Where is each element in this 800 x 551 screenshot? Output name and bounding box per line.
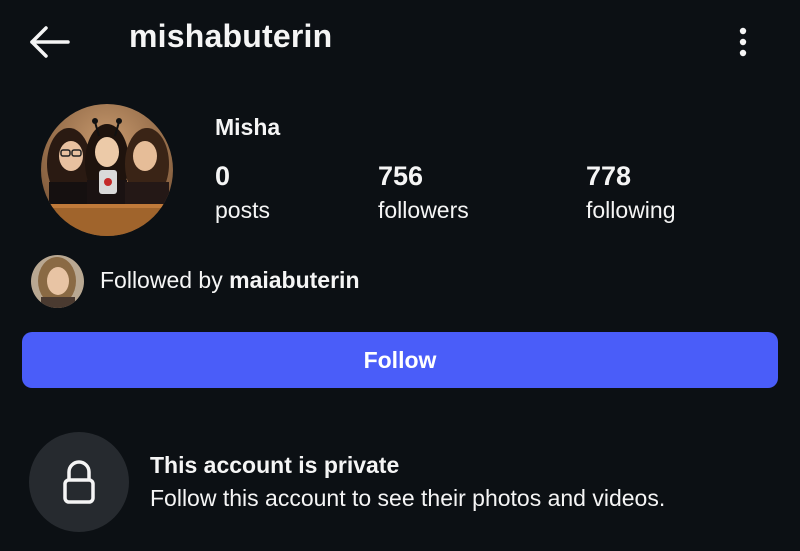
followed-by-username[interactable]: maiabuterin: [229, 267, 359, 293]
profile-avatar[interactable]: [41, 104, 173, 236]
follow-button[interactable]: Follow: [22, 332, 778, 388]
back-button[interactable]: [24, 22, 74, 62]
private-subtitle: Follow this account to see their photos …: [150, 485, 666, 511]
posts-label: posts: [215, 197, 270, 223]
follower-photo: [31, 255, 84, 308]
following-stat[interactable]: 778 following: [586, 160, 676, 226]
more-options-button[interactable]: [728, 22, 758, 62]
profile-page: mishabuterin Misha 0 posts 756 followers…: [0, 0, 800, 551]
followed-by-text[interactable]: Followed by maiabuterin: [100, 267, 360, 294]
followers-count: 756: [378, 161, 424, 191]
posts-stat[interactable]: 0 posts: [215, 160, 270, 226]
profile-username: mishabuterin: [129, 18, 333, 54]
followers-label: followers: [378, 197, 469, 223]
arrow-left-icon: [30, 26, 70, 58]
follower-avatar[interactable]: [31, 255, 84, 308]
more-vertical-icon: [739, 27, 747, 57]
following-count: 778: [586, 161, 632, 191]
profile-photo: [41, 104, 173, 236]
display-name: Misha: [215, 114, 281, 140]
private-title: This account is private: [150, 452, 400, 478]
following-label: following: [586, 197, 676, 223]
lock-icon: [63, 460, 95, 504]
posts-count: 0: [215, 161, 231, 191]
followers-stat[interactable]: 756 followers: [378, 160, 469, 226]
followed-by-prefix: Followed by: [100, 267, 223, 293]
lock-badge: [29, 432, 129, 532]
